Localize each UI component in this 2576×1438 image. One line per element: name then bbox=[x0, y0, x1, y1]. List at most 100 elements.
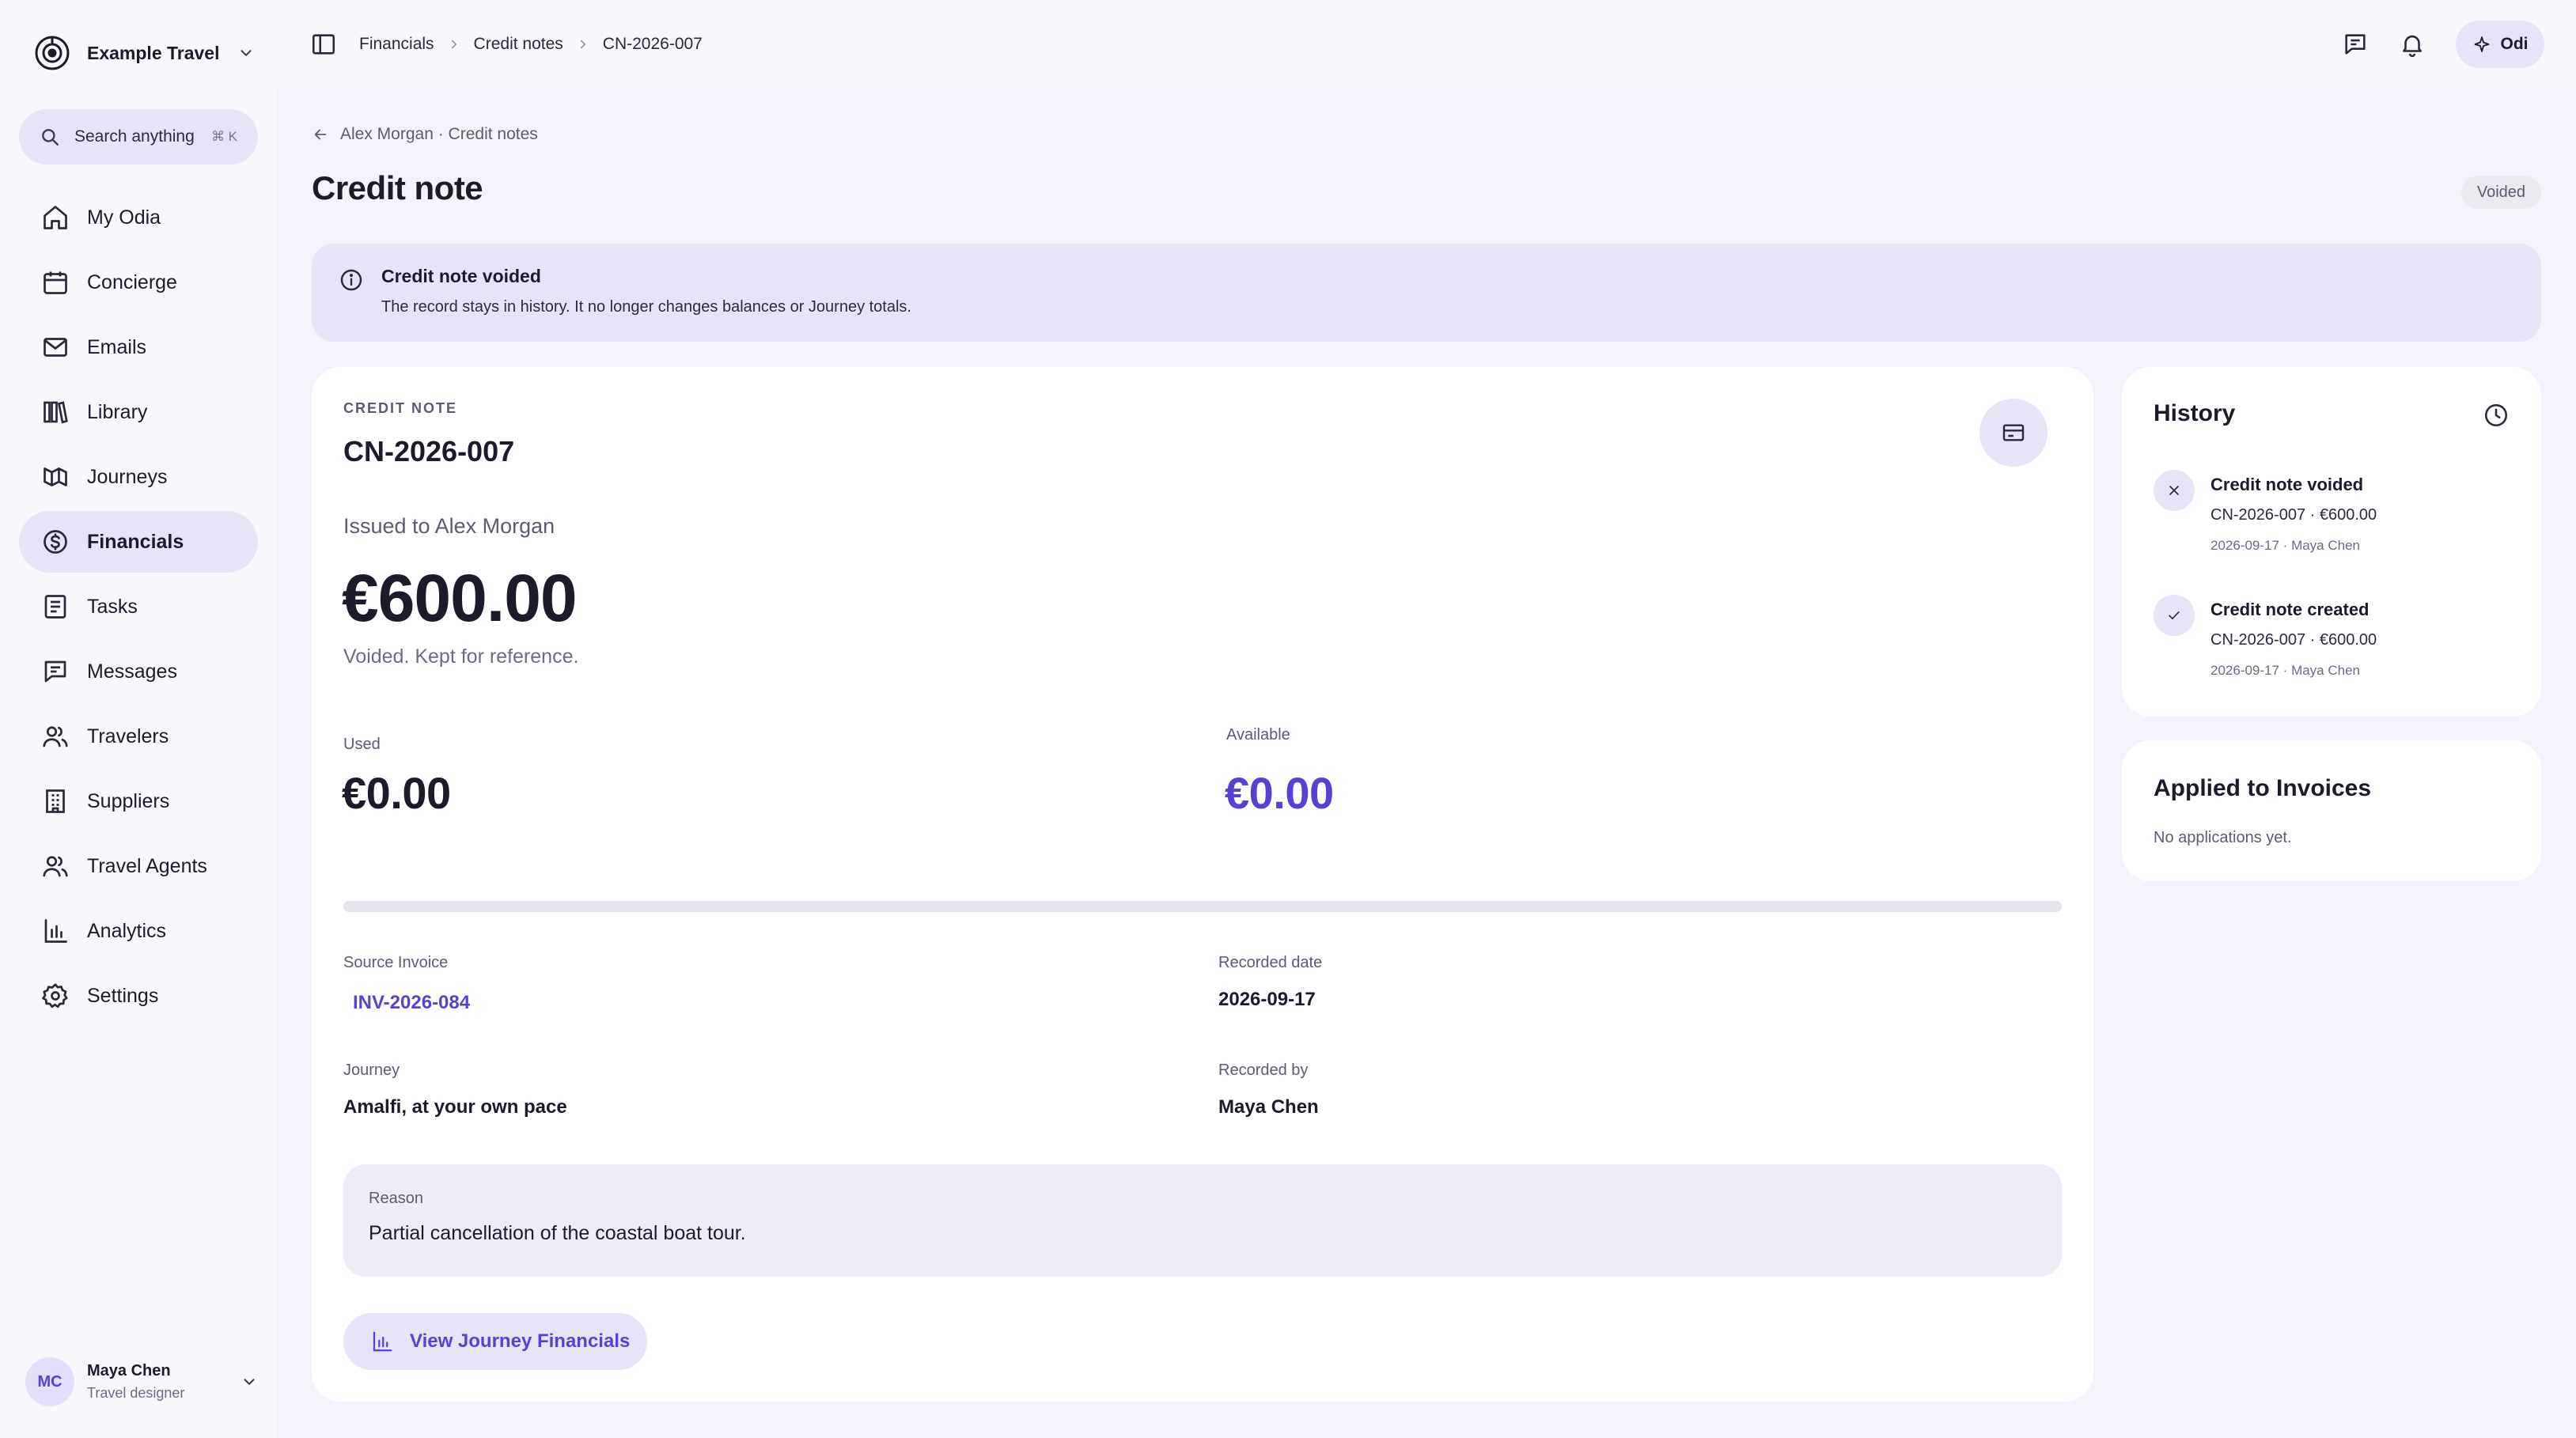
history-title: History bbox=[2154, 400, 2236, 426]
check-icon bbox=[2166, 607, 2182, 623]
sidebar-item-label: Tasks bbox=[87, 595, 138, 618]
sidebar-item-financials[interactable]: Financials bbox=[19, 511, 258, 573]
sidebar-item-emails[interactable]: Emails bbox=[19, 316, 258, 378]
brand-logo-icon bbox=[33, 34, 71, 72]
sidebar-item-messages[interactable]: Messages bbox=[19, 641, 258, 702]
used-value: €0.00 bbox=[342, 768, 451, 818]
sidebar: Example Travel Search anything ⌘ K My Od… bbox=[0, 0, 277, 1438]
back-link-label: Alex Morgan · Credit notes bbox=[340, 125, 538, 143]
journeys-icon bbox=[41, 463, 70, 491]
breadcrumb: Financials Credit notes CN-2026-007 bbox=[359, 35, 703, 54]
sidebar-item-label: Analytics bbox=[87, 919, 167, 942]
history-item-meta: 2026-09-17 · Maya Chen bbox=[2210, 663, 2361, 678]
user-name: Maya Chen bbox=[87, 1362, 171, 1379]
sidebar-item-label: Suppliers bbox=[87, 789, 170, 812]
sidebar-item-label: Journeys bbox=[87, 465, 168, 488]
journey-value: Amalfi, at your own pace bbox=[343, 1096, 567, 1118]
dollar-icon bbox=[41, 528, 70, 556]
applied-title: Applied to Invoices bbox=[2154, 775, 2372, 801]
breadcrumb-current: CN-2026-007 bbox=[602, 35, 703, 53]
credit-amount: €600.00 bbox=[342, 561, 578, 635]
alert-text: Credit note voided The record stays in h… bbox=[381, 266, 911, 342]
bar-chart-icon bbox=[41, 917, 70, 945]
sidebar-item-label: Concierge bbox=[87, 271, 177, 293]
sidebar-item-label: Emails bbox=[87, 335, 147, 358]
recorded-by-label: Recorded by bbox=[1218, 1061, 1309, 1079]
breadcrumb-credit-notes[interactable]: Credit notes bbox=[474, 35, 563, 54]
available-label: Available bbox=[1226, 726, 1290, 744]
sidebar-item-label: Travelers bbox=[87, 725, 169, 747]
workspace-name: Example Travel bbox=[87, 42, 220, 63]
used-label: Used bbox=[343, 736, 381, 753]
assistant-button[interactable]: Odi bbox=[2456, 21, 2544, 68]
back-link[interactable]: Alex Morgan · Credit notes bbox=[312, 125, 538, 144]
sidebar-item-settings[interactable]: Settings bbox=[19, 965, 258, 1027]
chat-icon[interactable] bbox=[2342, 31, 2369, 58]
top-actions: Odi bbox=[2342, 21, 2544, 68]
sidebar-item-travelers[interactable]: Travelers bbox=[19, 706, 258, 767]
x-icon bbox=[2166, 482, 2182, 498]
user-meta: Maya Chen Travel designer bbox=[87, 1362, 184, 1402]
sidebar-item-label: Messages bbox=[87, 660, 177, 683]
chevron-down-icon bbox=[237, 44, 255, 62]
chevron-down-icon bbox=[241, 1373, 258, 1391]
sidebar-item-travel-agents[interactable]: Travel Agents bbox=[19, 835, 258, 897]
home-icon bbox=[41, 203, 70, 232]
breadcrumb-financials[interactable]: Financials bbox=[359, 35, 434, 54]
agents-icon bbox=[41, 852, 70, 880]
mail-icon bbox=[41, 333, 70, 361]
sidebar-item-label: Travel Agents bbox=[87, 854, 207, 877]
usage-progress-bar bbox=[343, 901, 2062, 912]
workspace-switcher[interactable]: Example Travel bbox=[33, 33, 255, 73]
card-eyebrow: CREDIT NOTE bbox=[343, 400, 458, 416]
chevron-right-icon bbox=[576, 37, 590, 51]
credit-note-card: CREDIT NOTE CN-2026-007 Issued to Alex M… bbox=[312, 367, 2093, 1402]
search-icon bbox=[40, 127, 60, 147]
reason-box: Reason Partial cancellation of the coast… bbox=[343, 1164, 2062, 1277]
sidebar-item-concierge[interactable]: Concierge bbox=[19, 252, 258, 313]
chevron-right-icon bbox=[447, 37, 461, 51]
recorded-date-label: Recorded date bbox=[1218, 954, 1323, 971]
credit-card-button[interactable] bbox=[1979, 399, 2048, 467]
search-placeholder: Search anything bbox=[74, 127, 195, 146]
history-item: Credit note created CN-2026-007 · €600.0… bbox=[2154, 595, 2517, 698]
reason-value: Partial cancellation of the coastal boat… bbox=[369, 1222, 746, 1244]
alert-message: The record stays in history. It no longe… bbox=[381, 298, 911, 316]
source-invoice-link[interactable]: INV-2026-084 bbox=[353, 992, 470, 1014]
applied-empty-state: No applications yet. bbox=[2154, 829, 2292, 846]
gear-icon bbox=[41, 982, 70, 1010]
sidebar-item-my-odia[interactable]: My Odia bbox=[19, 187, 258, 248]
history-item-summary: CN-2026-007 · €600.00 bbox=[2210, 631, 2377, 649]
sidebar-item-library[interactable]: Library bbox=[19, 381, 258, 443]
view-journey-financials-label: View Journey Financials bbox=[410, 1330, 631, 1352]
calendar-icon bbox=[41, 268, 70, 297]
applied-invoices-panel: Applied to Invoices No applications yet. bbox=[2122, 740, 2541, 881]
avatar: MC bbox=[25, 1357, 74, 1406]
sidebar-item-analytics[interactable]: Analytics bbox=[19, 900, 258, 962]
sidebar-item-suppliers[interactable]: Suppliers bbox=[19, 770, 258, 832]
history-item-title: Credit note voided bbox=[2210, 475, 2364, 494]
void-alert: Credit note voided The record stays in h… bbox=[312, 244, 2541, 342]
sidebar-item-tasks[interactable]: Tasks bbox=[19, 576, 258, 638]
recorded-date-value: 2026-09-17 bbox=[1218, 989, 1316, 1010]
sidebar-nav: My Odia Concierge Emails Library Journey… bbox=[19, 187, 258, 1030]
bar-chart-icon bbox=[370, 1330, 394, 1353]
credit-note-number: CN-2026-007 bbox=[343, 435, 515, 467]
user-menu[interactable]: MC Maya Chen Travel designer bbox=[25, 1354, 258, 1410]
issued-to: Issued to Alex Morgan bbox=[343, 514, 555, 538]
clock-icon[interactable] bbox=[2483, 402, 2510, 429]
users-icon bbox=[41, 722, 70, 751]
view-journey-financials-button[interactable]: View Journey Financials bbox=[343, 1313, 647, 1370]
search-input[interactable]: Search anything ⌘ K bbox=[19, 109, 258, 165]
tasks-icon bbox=[41, 592, 70, 621]
library-icon bbox=[41, 398, 70, 426]
message-icon bbox=[41, 657, 70, 686]
building-icon bbox=[41, 787, 70, 815]
alert-title: Credit note voided bbox=[381, 266, 541, 286]
sidebar-item-journeys[interactable]: Journeys bbox=[19, 446, 258, 508]
sidebar-item-label: My Odia bbox=[87, 206, 161, 229]
history-dot bbox=[2154, 470, 2195, 511]
sparkle-icon bbox=[2472, 35, 2491, 54]
bell-icon[interactable] bbox=[2399, 31, 2426, 58]
sidebar-toggle-icon[interactable] bbox=[310, 31, 337, 58]
